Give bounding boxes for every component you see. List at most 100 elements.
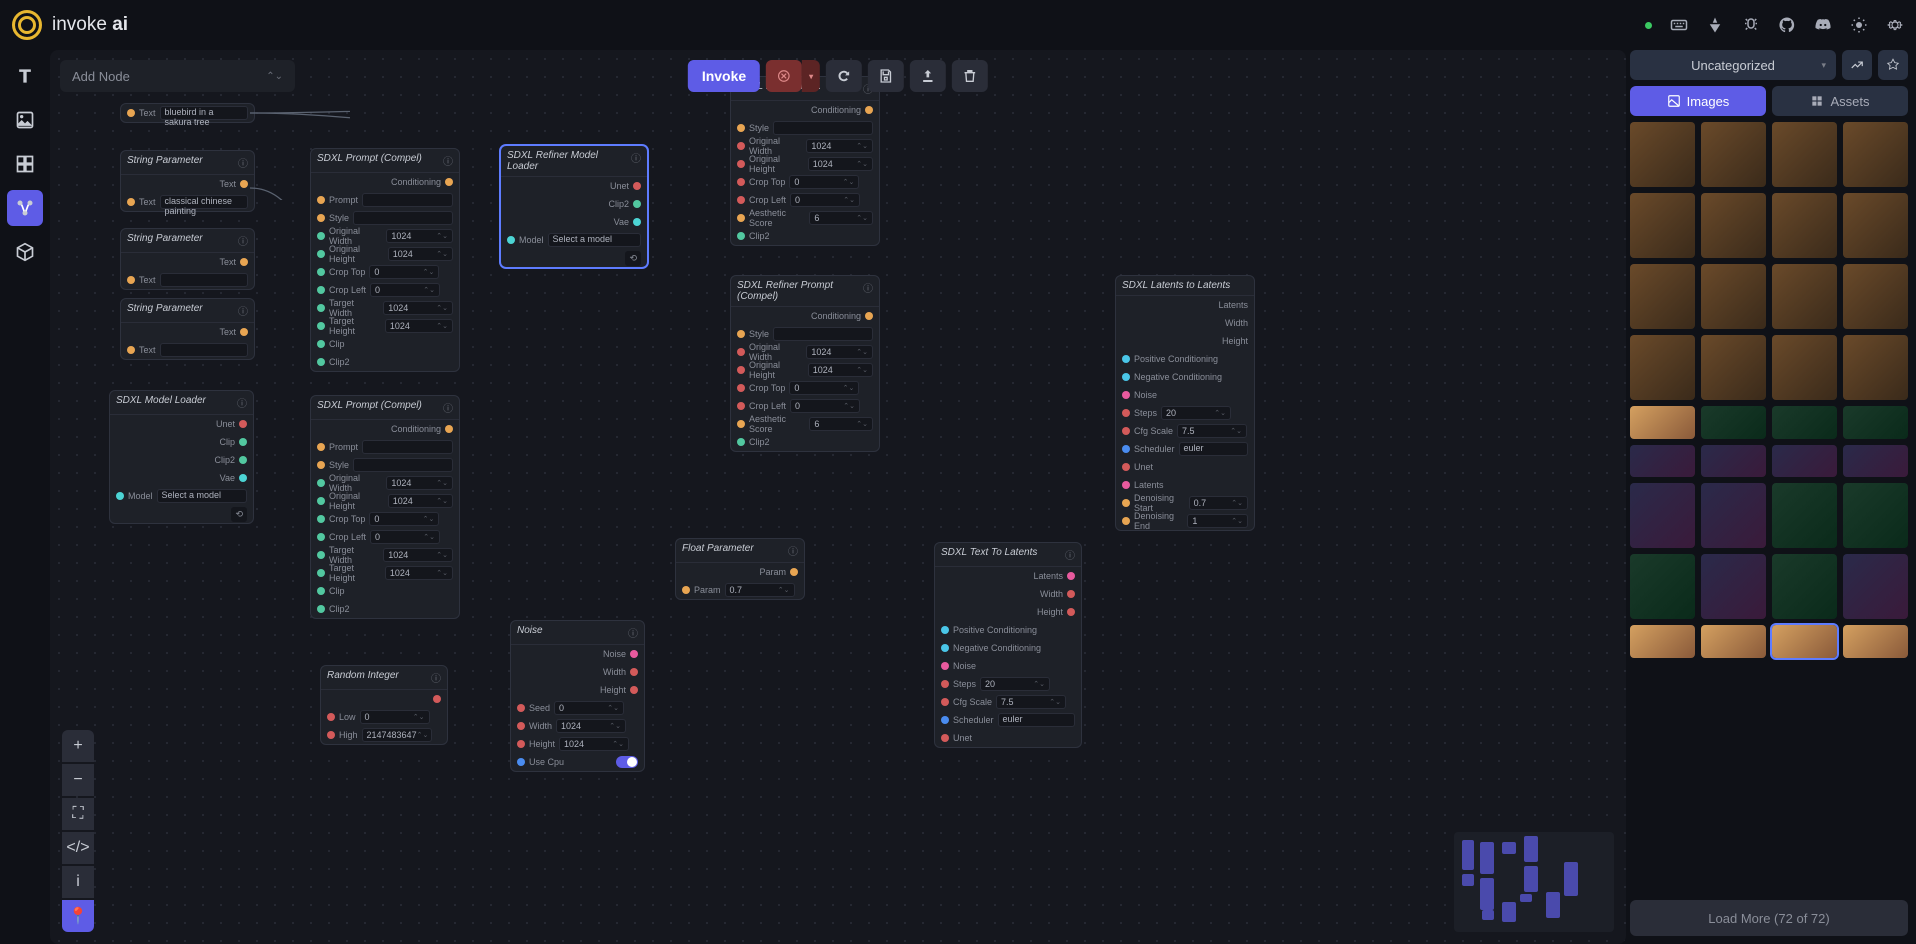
sun-icon[interactable] — [1850, 16, 1868, 34]
zoom-out-button[interactable]: − — [62, 764, 94, 796]
gallery-thumb[interactable] — [1630, 625, 1695, 658]
discord-icon[interactable] — [1814, 16, 1832, 34]
gallery-thumb[interactable] — [1843, 335, 1908, 400]
add-node-button[interactable]: Add Node⌃⌄ — [60, 60, 295, 92]
gallery-thumb[interactable] — [1843, 625, 1908, 658]
gallery-thumb[interactable] — [1843, 483, 1908, 548]
gallery-thumb[interactable] — [1630, 122, 1695, 187]
keyboard-icon[interactable] — [1670, 16, 1688, 34]
toggle-use-cpu[interactable] — [616, 756, 638, 768]
upload-button[interactable] — [910, 60, 946, 92]
delete-button[interactable] — [952, 60, 988, 92]
gallery-thumb[interactable] — [1701, 122, 1766, 187]
code-button[interactable]: </> — [62, 832, 94, 864]
gallery-thumb[interactable] — [1701, 625, 1766, 658]
tab-assets[interactable]: Assets — [1772, 86, 1908, 116]
refresh-button[interactable] — [826, 60, 862, 92]
node-latents-to-latents[interactable]: SDXL Latents to Latents Latents Width He… — [1115, 275, 1255, 531]
rail-image-icon[interactable] — [7, 102, 43, 138]
node-sdxl-prompt-2[interactable]: SDXL Prompt (Compel)ⓘ Conditioning Promp… — [310, 395, 460, 619]
gallery-tabs: Images Assets — [1630, 86, 1908, 116]
gallery-thumb[interactable] — [1772, 445, 1837, 478]
node-text-param[interactable]: Textbluebird in a sakura tree — [120, 103, 255, 123]
gallery-thumb[interactable] — [1843, 445, 1908, 478]
gallery-thumb[interactable] — [1701, 445, 1766, 478]
gallery-thumb[interactable] — [1701, 335, 1766, 400]
gallery-thumb[interactable] — [1843, 264, 1908, 329]
rail-cube-icon[interactable] — [7, 234, 43, 270]
node-random-integer[interactable]: Random Integerⓘ Low0⌃⌄ High2147483647⌃⌄ — [320, 665, 448, 745]
gallery-thumb[interactable] — [1630, 483, 1695, 548]
gallery-thumb[interactable] — [1630, 406, 1695, 439]
node-refiner-model-loader[interactable]: SDXL Refiner Model Loaderⓘ Unet Clip2 Va… — [500, 145, 648, 268]
gallery-thumb[interactable] — [1843, 122, 1908, 187]
node-string-param-3[interactable]: String Parameterⓘ Text Text — [120, 298, 255, 360]
gallery-thumb[interactable] — [1772, 122, 1837, 187]
gallery-thumb[interactable] — [1843, 554, 1908, 619]
tab-images[interactable]: Images — [1630, 86, 1766, 116]
gallery-thumb[interactable] — [1630, 264, 1695, 329]
topbar: invoke ai — [0, 0, 1916, 50]
gallery-thumb[interactable] — [1772, 554, 1837, 619]
node-sdxl-prompt-1[interactable]: SDXL Prompt (Compel)ⓘ Conditioning Promp… — [310, 148, 460, 372]
right-panel: Uncategorized▾ Images Assets Load More (… — [1630, 50, 1908, 936]
node-string-param-2[interactable]: String Parameterⓘ Text Text — [120, 228, 255, 290]
node-model-loader[interactable]: SDXL Model Loaderⓘ Unet Clip Clip2 Vae M… — [109, 390, 254, 524]
logo-icon — [12, 10, 42, 40]
rail-nodes-icon[interactable] — [7, 190, 43, 226]
gallery-thumb[interactable] — [1701, 554, 1766, 619]
gallery-thumb[interactable] — [1772, 406, 1837, 439]
status-dot-icon — [1645, 22, 1652, 29]
node-canvas[interactable]: Add Node⌃⌄ Invoke ▾ — [50, 50, 1626, 944]
gallery-thumb[interactable] — [1843, 193, 1908, 258]
gallery-thumb[interactable] — [1701, 264, 1766, 329]
gallery-thumb[interactable] — [1772, 335, 1837, 400]
zoom-in-button[interactable]: + — [62, 730, 94, 762]
gallery-thumb[interactable] — [1772, 193, 1837, 258]
logo: invoke ai — [12, 10, 128, 40]
image-gallery[interactable] — [1630, 122, 1908, 894]
gallery-thumb[interactable] — [1701, 406, 1766, 439]
info-icon: ⓘ — [238, 155, 248, 170]
github-icon[interactable] — [1778, 16, 1796, 34]
gallery-thumb[interactable] — [1772, 264, 1837, 329]
gallery-thumb[interactable] — [1772, 625, 1837, 658]
node-refiner-prompt[interactable]: SDXL Refiner Prompt (Compel)ⓘ Conditioni… — [730, 275, 880, 452]
minimap[interactable] — [1454, 832, 1614, 932]
bug-icon[interactable] — [1742, 16, 1760, 34]
fit-view-button[interactable]: ⛶ — [62, 798, 94, 830]
invoke-button[interactable]: Invoke — [688, 60, 760, 92]
info-button[interactable]: i — [62, 866, 94, 898]
gallery-thumb[interactable] — [1701, 193, 1766, 258]
pin-button[interactable] — [1878, 50, 1908, 80]
refresh-model-icon: ⟲ — [231, 507, 247, 522]
language-icon[interactable] — [1706, 16, 1724, 34]
board-select[interactable]: Uncategorized▾ — [1630, 50, 1836, 80]
gallery-thumb[interactable] — [1630, 554, 1695, 619]
rail-text-icon[interactable] — [7, 58, 43, 94]
save-button[interactable] — [868, 60, 904, 92]
canvas-controls: + − ⛶ </> i 📍 — [62, 730, 94, 932]
rail-grid-icon[interactable] — [7, 146, 43, 182]
locate-button[interactable]: 📍 — [62, 900, 94, 932]
node-float-param[interactable]: Float Parameterⓘ Param Param0.7⌃⌄ — [675, 538, 805, 600]
canvas-toolbar: Add Node⌃⌄ Invoke ▾ — [60, 60, 1616, 92]
gallery-thumb[interactable] — [1630, 445, 1695, 478]
node-noise[interactable]: Noiseⓘ Noise Width Height Seed0⌃⌄ Width1… — [510, 620, 645, 772]
cancel-button[interactable] — [766, 60, 802, 92]
left-rail — [0, 50, 50, 944]
board-settings-button[interactable] — [1842, 50, 1872, 80]
gallery-thumb[interactable] — [1772, 483, 1837, 548]
node-refiner-pos[interactable]: SDXL Refiner Po...ⓘ Conditioning Style O… — [730, 76, 880, 246]
node-text-to-latents[interactable]: SDXL Text To Latentsⓘ Latents Width Heig… — [934, 542, 1082, 748]
brand-text: invoke ai — [52, 14, 128, 36]
topbar-icons — [1645, 16, 1904, 34]
cancel-menu-button[interactable]: ▾ — [802, 60, 820, 92]
gallery-thumb[interactable] — [1630, 335, 1695, 400]
gallery-thumb[interactable] — [1701, 483, 1766, 548]
gallery-thumb[interactable] — [1630, 193, 1695, 258]
load-more-button[interactable]: Load More (72 of 72) — [1630, 900, 1908, 936]
gear-icon[interactable] — [1886, 16, 1904, 34]
node-string-param-1[interactable]: String Parameterⓘ Text Textclassical chi… — [120, 150, 255, 212]
gallery-thumb[interactable] — [1843, 406, 1908, 439]
